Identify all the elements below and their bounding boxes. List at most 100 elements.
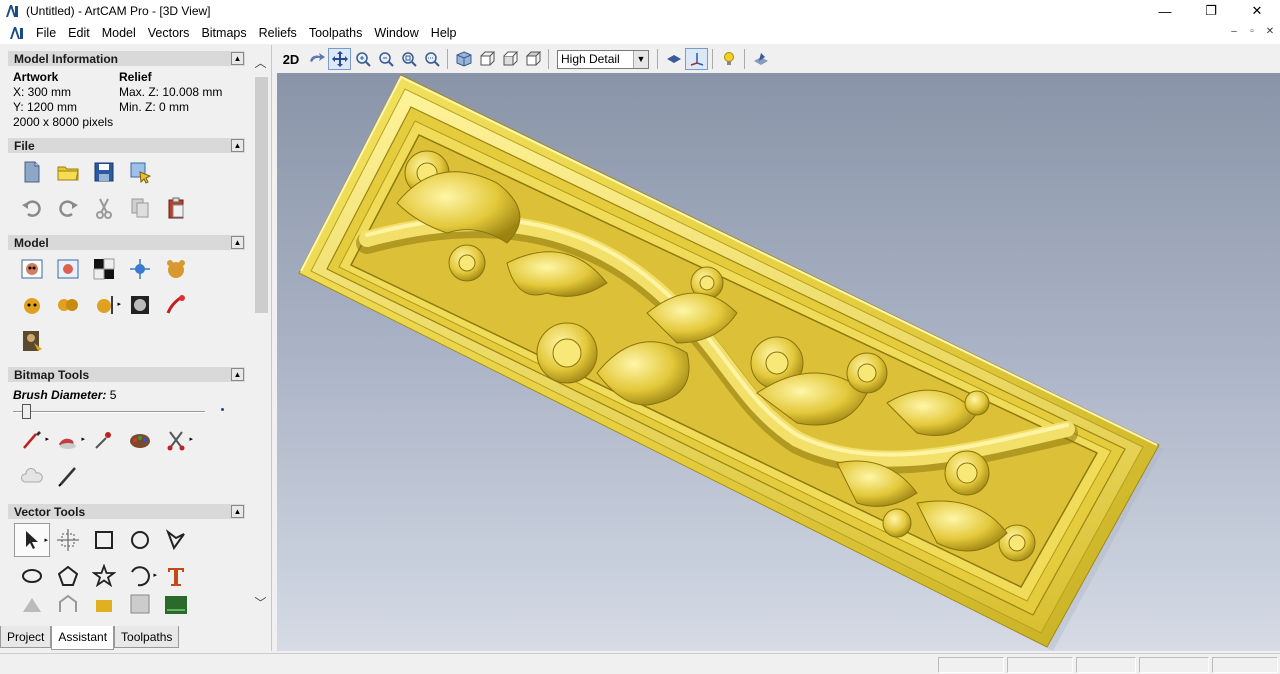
- bitmap-tools-header[interactable]: Bitmap Tools ▲: [8, 367, 245, 382]
- slider-thumb[interactable]: [22, 404, 32, 419]
- document-icon[interactable]: [8, 25, 26, 41]
- pan-view-button[interactable]: [328, 48, 351, 70]
- ellipse-tool-button[interactable]: [14, 559, 50, 593]
- menu-bitmaps[interactable]: Bitmaps: [195, 22, 252, 44]
- model-resolution-button[interactable]: [50, 252, 86, 286]
- redo-button[interactable]: [50, 191, 86, 225]
- collapse-bitmap-tools-button[interactable]: ▲: [231, 368, 244, 381]
- collapse-vector-tools-button[interactable]: ▲: [231, 505, 244, 518]
- dropper-icon: [95, 432, 111, 449]
- lighting-button[interactable]: [717, 48, 740, 70]
- star-tool-button[interactable]: [86, 559, 122, 593]
- polygon-tool-button[interactable]: [50, 559, 86, 593]
- menu-toolpaths[interactable]: Toolpaths: [303, 22, 369, 44]
- vector-tool-partial-1[interactable]: [14, 594, 50, 614]
- mdi-restore-button[interactable]: ▫: [1246, 26, 1258, 38]
- cut-button[interactable]: [86, 191, 122, 225]
- rotate-view-button[interactable]: [305, 48, 328, 70]
- circle-tool-button[interactable]: [122, 523, 158, 557]
- undo-button[interactable]: [14, 191, 50, 225]
- dropper-tool-button[interactable]: [86, 423, 122, 457]
- set-model-size-button[interactable]: [14, 252, 50, 286]
- save-file-button[interactable]: [86, 155, 122, 189]
- relief-tile-button[interactable]: [50, 288, 86, 322]
- paint-button[interactable]: [158, 288, 194, 322]
- tab-toolpaths[interactable]: Toolpaths: [114, 626, 180, 648]
- model-section-header[interactable]: Model ▲: [8, 235, 245, 250]
- iso-view-button[interactable]: [452, 48, 475, 70]
- vector-tool-partial-3[interactable]: [86, 594, 122, 614]
- mdi-close-button[interactable]: ✕: [1264, 26, 1276, 38]
- panel-scrollbar[interactable]: ︿ ﹀: [252, 55, 269, 611]
- 3d-viewport[interactable]: [277, 73, 1280, 651]
- palette-tool-button[interactable]: [122, 423, 158, 457]
- vector-tool-partial-4[interactable]: [122, 594, 158, 614]
- collapse-file-button[interactable]: ▲: [231, 139, 244, 152]
- bear-relief-button[interactable]: [158, 252, 194, 286]
- tab-project[interactable]: Project: [0, 626, 52, 648]
- menu-help[interactable]: Help: [425, 22, 463, 44]
- menu-vectors[interactable]: Vectors: [142, 22, 196, 44]
- import-button[interactable]: [122, 155, 158, 189]
- menu-file[interactable]: File: [30, 22, 62, 44]
- zoom-out-button[interactable]: [374, 48, 397, 70]
- scissors-tool-button[interactable]: ▸: [158, 423, 194, 457]
- axes-view-button[interactable]: [685, 48, 708, 70]
- pencil-tool-button[interactable]: [50, 459, 86, 493]
- menu-edit[interactable]: Edit: [62, 22, 96, 44]
- scroll-down-button[interactable]: ﹀: [252, 595, 269, 612]
- open-file-button[interactable]: [50, 155, 86, 189]
- vector-tool-partial-2[interactable]: [50, 594, 86, 614]
- position-button[interactable]: [122, 252, 158, 286]
- polyline-icon: [165, 529, 185, 551]
- mdi-minimize-button[interactable]: –: [1228, 26, 1240, 38]
- menu-window[interactable]: Window: [368, 22, 424, 44]
- transform-tool-button[interactable]: [50, 523, 86, 557]
- select-tool-button[interactable]: ▸: [14, 523, 50, 557]
- brush-tool-button[interactable]: ▸: [50, 423, 86, 457]
- menu-model[interactable]: Model: [96, 22, 142, 44]
- view-2d-button[interactable]: 2D: [277, 48, 305, 70]
- detail-level-select[interactable]: High Detail ▼: [557, 49, 649, 69]
- zoom-fit-button[interactable]: [397, 48, 420, 70]
- mona-lisa-button[interactable]: [14, 324, 50, 358]
- rectangle-tool-button[interactable]: [86, 523, 122, 557]
- polyline-tool-button[interactable]: [158, 523, 194, 557]
- pen-tool-button[interactable]: ▸: [14, 423, 50, 457]
- chevron-down-icon[interactable]: ▼: [633, 50, 648, 68]
- relief-flip-button[interactable]: ▸: [86, 288, 122, 322]
- menu-reliefs[interactable]: Reliefs: [253, 22, 303, 44]
- side-view-button[interactable]: [498, 48, 521, 70]
- scroll-up-button[interactable]: ︿: [252, 55, 269, 72]
- material-button[interactable]: [749, 48, 772, 70]
- shaded-view-button[interactable]: [662, 48, 685, 70]
- arc-tool-button[interactable]: ▸: [122, 559, 158, 593]
- text-tool-button[interactable]: [158, 559, 194, 593]
- grayscale-button[interactable]: [122, 288, 158, 322]
- minimize-button[interactable]: —: [1142, 0, 1188, 22]
- file-section-header[interactable]: File ▲: [8, 138, 245, 153]
- relief-bear-button[interactable]: [14, 288, 50, 322]
- scroll-thumb[interactable]: [255, 77, 268, 313]
- tab-assistant[interactable]: Assistant: [51, 626, 115, 650]
- vector-tools-header[interactable]: Vector Tools ▲: [8, 504, 245, 519]
- brush-diameter-slider[interactable]: [13, 404, 224, 420]
- top-view-button[interactable]: [521, 48, 544, 70]
- vector-tool-partial-5[interactable]: [158, 594, 194, 614]
- paste-button[interactable]: [158, 191, 194, 225]
- slider-indicator-dot: [221, 408, 224, 411]
- copy-button[interactable]: [122, 191, 158, 225]
- checker-button[interactable]: [86, 252, 122, 286]
- zoom-in-button[interactable]: [351, 48, 374, 70]
- model-information-header[interactable]: Model Information ▲: [8, 51, 245, 66]
- maximize-button[interactable]: ❐: [1188, 0, 1234, 22]
- zoom-window-button[interactable]: [420, 48, 443, 70]
- eraser-tool-button[interactable]: [14, 459, 50, 493]
- collapse-model-information-button[interactable]: ▲: [231, 52, 244, 65]
- new-file-button[interactable]: [14, 155, 50, 189]
- close-button[interactable]: ✕: [1234, 0, 1280, 22]
- mona-lisa-icon: [23, 331, 42, 351]
- image-frame-icon: [130, 594, 150, 614]
- collapse-model-button[interactable]: ▲: [231, 236, 244, 249]
- front-view-button[interactable]: [475, 48, 498, 70]
